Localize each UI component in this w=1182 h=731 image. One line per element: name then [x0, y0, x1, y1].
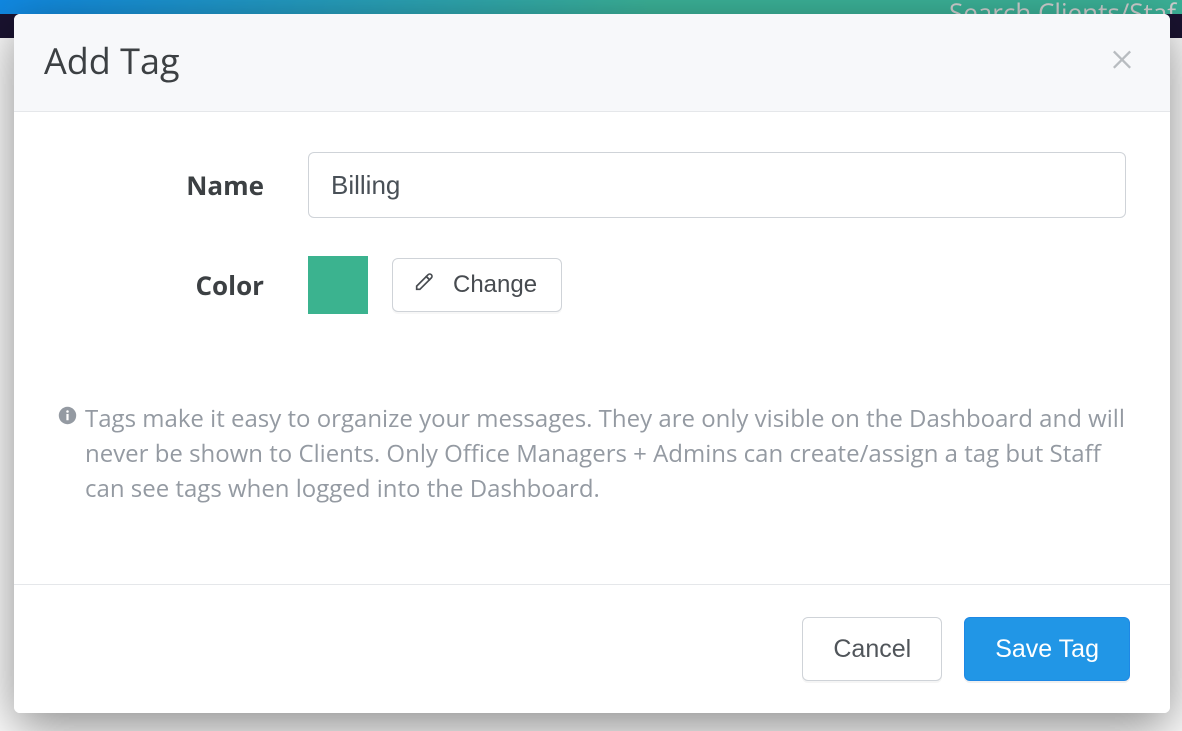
color-control: Change — [308, 256, 1126, 314]
change-color-label: Change — [453, 271, 537, 299]
info-icon — [58, 406, 77, 425]
name-row: Name — [58, 152, 1126, 218]
modal-body: Name Color Change — [14, 112, 1170, 584]
cancel-button[interactable]: Cancel — [802, 617, 942, 681]
save-tag-button[interactable]: Save Tag — [964, 617, 1130, 681]
modal-footer: Cancel Save Tag — [14, 584, 1170, 713]
name-control — [308, 152, 1126, 218]
info-block: Tags make it easy to organize your messa… — [58, 402, 1126, 506]
name-label: Name — [58, 167, 308, 203]
tag-name-input[interactable] — [308, 152, 1126, 218]
add-tag-modal: Add Tag Name Color — [14, 14, 1170, 713]
close-button[interactable] — [1104, 43, 1140, 79]
info-text: Tags make it easy to organize your messa… — [85, 402, 1126, 506]
color-row: Color Change — [58, 256, 1126, 314]
color-label: Color — [58, 267, 308, 303]
modal-title: Add Tag — [44, 36, 180, 85]
modal-header: Add Tag — [14, 14, 1170, 112]
edit-icon — [413, 271, 435, 300]
change-color-button[interactable]: Change — [392, 258, 562, 312]
close-icon — [1108, 44, 1136, 77]
color-swatch[interactable] — [308, 256, 368, 314]
